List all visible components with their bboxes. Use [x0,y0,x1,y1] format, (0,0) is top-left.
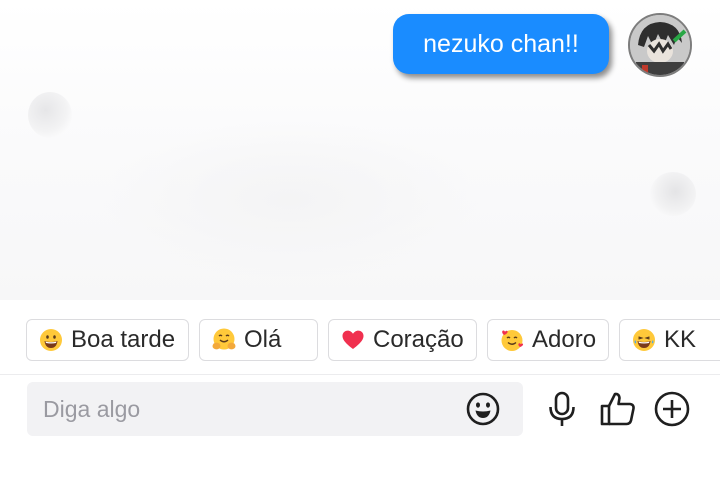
quick-reply-adoro[interactable]: Adoro [487,319,609,361]
quick-reply-coracao[interactable]: Coração [328,319,477,361]
thumbs-up-icon [600,392,635,426]
like-button[interactable] [599,390,637,428]
message-input[interactable]: Diga algo [27,382,523,436]
message-text: nezuko chan!! [423,30,579,58]
quick-reply-label: Boa tarde [71,326,176,353]
input-placeholder: Diga algo [43,396,141,422]
add-button[interactable] [653,390,691,428]
blurred-avatar [28,92,72,138]
quick-reply-kk[interactable]: KK [619,319,720,361]
heart-emoji-icon [342,330,364,349]
laughing-face-emoji-icon [633,329,655,351]
quick-reply-label: Coração [373,326,464,353]
quick-reply-label: KK [664,326,697,353]
avatar-image [630,15,690,75]
divider [0,374,720,375]
blurred-content [100,120,480,280]
emoji-icon [466,392,500,426]
microphone-button[interactable] [543,390,581,428]
emoji-button[interactable] [465,391,501,427]
quick-reply-ola[interactable]: Olá [199,319,318,361]
microphone-icon [549,391,575,426]
quick-reply-bar: Boa tarde Olá Coração Adoro KK [0,318,720,364]
avatar[interactable] [628,13,692,77]
quick-reply-label: Adoro [532,326,597,353]
chat-area: nezuko chan!! [0,0,720,300]
quick-reply-boa-tarde[interactable]: Boa tarde [26,319,189,361]
smiling-face-with-hearts-emoji-icon [501,330,524,351]
plus-icon [654,391,690,427]
quick-reply-label: Olá [244,326,282,353]
grinning-face-emoji-icon [40,329,62,351]
hugging-face-emoji-icon [212,328,236,350]
message-bubble[interactable]: nezuko chan!! [393,14,609,74]
blurred-avatar [650,172,696,216]
